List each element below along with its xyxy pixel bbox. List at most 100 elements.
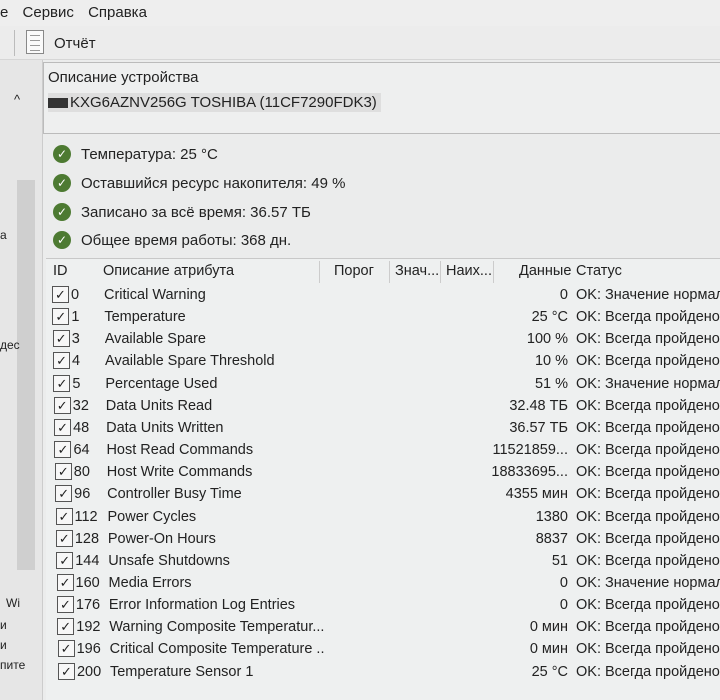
table-row[interactable]: ✓ 5 Percentage Used 51 % OK: Значение нормал… — [46, 374, 720, 396]
row-checkbox[interactable]: ✓ — [53, 396, 71, 414]
menu-file[interactable]: е — [0, 4, 8, 21]
sidebar-text: а — [0, 228, 7, 242]
row-id: 32 — [72, 397, 89, 414]
table-row[interactable]: ✓ 200 Temperature Sensor 1 25 °C OK: Всегда … — [46, 662, 720, 684]
row-checkbox[interactable]: ✓ — [55, 529, 73, 547]
row-checkbox[interactable]: ✓ — [57, 640, 75, 658]
row-data: 51 — [551, 552, 568, 569]
row-status: OK: Значение нормальное — [576, 375, 720, 392]
row-data: 36.57 ТБ — [509, 419, 568, 436]
row-name: Power Cycles — [107, 508, 197, 525]
sidebar-scrollbar[interactable] — [17, 180, 35, 570]
row-checkbox[interactable]: ✓ — [53, 352, 71, 370]
column-header-id[interactable]: ID — [53, 263, 68, 279]
row-checkbox[interactable]: ✓ — [55, 485, 73, 503]
row-checkbox[interactable]: ✓ — [52, 308, 70, 326]
attributes-table: ID Описание атрибута Порог Знач... Наих.… — [46, 258, 720, 700]
row-name: Temperature — [104, 309, 186, 326]
column-header-value[interactable]: Знач... — [395, 263, 439, 279]
health-text: Общее время работы: 368 дн. — [81, 231, 292, 249]
table-row[interactable]: ✓ 192 Warning Composite Temperatur... 0 мин… — [46, 617, 720, 639]
table-row[interactable]: ✓ 1 Temperature 25 °C OK: Всегда пройдено — [46, 307, 720, 329]
table-row[interactable]: ✓ 128 Power-On Hours 8837 OK: Всегда пройден… — [46, 529, 720, 551]
row-data: 0 мин — [529, 641, 568, 658]
table-row[interactable]: ✓160 Media Errors 0 OK: Значение нормальное — [46, 573, 720, 595]
row-name: Critical Composite Temperature ... — [109, 641, 325, 658]
table-row[interactable]: ✓ 144 Unsafe Shutdowns 51 OK: Всегда пройден… — [46, 551, 720, 573]
health-text: Температура: 25 °C — [81, 145, 218, 163]
row-checkbox[interactable]: ✓ — [54, 441, 72, 459]
column-header-worst[interactable]: Наих... — [446, 263, 492, 279]
column-header-description[interactable]: Описание атрибута — [103, 263, 234, 279]
menu-help[interactable]: Справка — [88, 4, 147, 21]
row-data: 18833695... — [491, 464, 568, 481]
row-id: 4 — [72, 353, 81, 370]
column-header-threshold[interactable]: Порог — [334, 263, 374, 279]
row-name: Available Spare — [104, 331, 206, 348]
chevron-up-icon[interactable]: ^ — [14, 92, 20, 107]
table-row[interactable]: ✓ 32 Data Units Read 32.48 ТБ OK: Всегда про… — [46, 396, 720, 418]
row-id: 160 — [75, 574, 100, 591]
health-item: ✓ Записано за всё время: 36.57 ТБ — [53, 203, 311, 221]
row-id: 80 — [73, 464, 90, 481]
row-status: OK: Значение нормальное — [576, 287, 720, 303]
column-header-data[interactable]: Данные — [519, 263, 571, 279]
document-icon — [26, 30, 44, 54]
row-checkbox[interactable]: ✓ — [56, 573, 74, 591]
row-checkbox[interactable]: ✓ — [52, 330, 70, 348]
table-row[interactable]: ✓ 176 Error Information Log Entries 0 OK: Вс… — [46, 595, 720, 617]
row-checkbox[interactable]: ✓ — [55, 507, 73, 525]
table-row[interactable]: ✓ 4 Available Spare Threshold 10 % OK: Всегд… — [46, 351, 720, 373]
row-status: OK: Всегда пройдено — [576, 508, 720, 525]
row-name: Data Units Read — [105, 397, 213, 414]
row-checkbox[interactable]: ✓ — [57, 618, 75, 636]
row-status: OK: Всегда пройдено — [576, 442, 720, 459]
row-data: 0 мин — [529, 619, 568, 636]
row-checkbox[interactable]: ✓ — [56, 596, 74, 614]
row-checkbox[interactable]: ✓ — [54, 418, 72, 436]
table-row[interactable]: ✓ 3 Available Spare 100 % OK: Всегда пройден… — [46, 329, 720, 351]
sidebar-text: Wi — [6, 596, 20, 610]
table-row[interactable]: ✓ 196 Critical Composite Temperature ... 0 … — [46, 639, 720, 661]
row-data: 32.48 ТБ — [509, 397, 568, 414]
row-data: 51 % — [534, 375, 568, 392]
health-item: ✓ Общее время работы: 368 дн. — [53, 231, 291, 249]
row-status: OK: Всегда пройдено — [576, 486, 720, 503]
row-data: 25 °C — [531, 663, 568, 680]
table-row[interactable]: ✓ 112 Power Cycles 1380 OK: Всегда пройдено — [46, 507, 720, 529]
row-checkbox[interactable]: ✓ — [57, 662, 75, 680]
row-checkbox[interactable]: ✓ — [56, 551, 74, 569]
row-id: 192 — [76, 619, 101, 636]
device-description-title: Описание устройства — [48, 69, 199, 86]
table-row[interactable]: ✓ 64 Host Read Commands 11521859... OK: Всег… — [46, 440, 720, 462]
table-row[interactable]: ✓0Critical Warning0OK: Значение нормальн… — [46, 285, 720, 307]
check-ok-icon: ✓ — [53, 231, 71, 249]
menu-bar: е Сервис Справка — [0, 0, 720, 26]
row-name: Controller Busy Time — [107, 486, 242, 503]
row-id: 5 — [72, 375, 81, 392]
check-ok-icon: ✓ — [53, 174, 71, 192]
row-id: 144 — [75, 552, 100, 569]
device-select[interactable]: KXG6AZNV256G TOSHIBA (11CF7290FDK3) — [48, 93, 381, 112]
row-data: 10 % — [534, 353, 568, 370]
row-status: OK: Всегда пройдено — [576, 419, 720, 436]
row-status: OK: Всегда пройдено — [576, 619, 720, 636]
drive-icon — [48, 98, 68, 109]
row-id: 112 — [74, 508, 98, 525]
report-label: Отчёт — [54, 35, 96, 52]
row-checkbox[interactable]: ✓ — [52, 286, 69, 303]
row-checkbox[interactable]: ✓ — [54, 463, 72, 481]
table-row[interactable]: ✓ 48 Data Units Written 36.57 ТБ OK: Всегда … — [46, 418, 720, 440]
sidebar-text: и — [0, 618, 7, 632]
column-header-status[interactable]: Статус — [576, 263, 622, 279]
column-separator — [319, 261, 320, 283]
row-checkbox[interactable]: ✓ — [53, 374, 71, 392]
sidebar-text: пите — [0, 658, 26, 672]
menu-service[interactable]: Сервис — [23, 4, 74, 21]
sidebar-text: и — [0, 638, 7, 652]
row-status: OK: Всегда пройдено — [576, 309, 720, 326]
row-status: OK: Всегда пройдено — [576, 663, 720, 680]
row-name: Percentage Used — [105, 375, 218, 392]
table-row[interactable]: ✓ 80 Host Write Commands 18833695... OK: Все… — [46, 462, 720, 484]
table-row[interactable]: ✓ 96 Controller Busy Time 4355 мин OK: Всегд… — [46, 484, 720, 506]
